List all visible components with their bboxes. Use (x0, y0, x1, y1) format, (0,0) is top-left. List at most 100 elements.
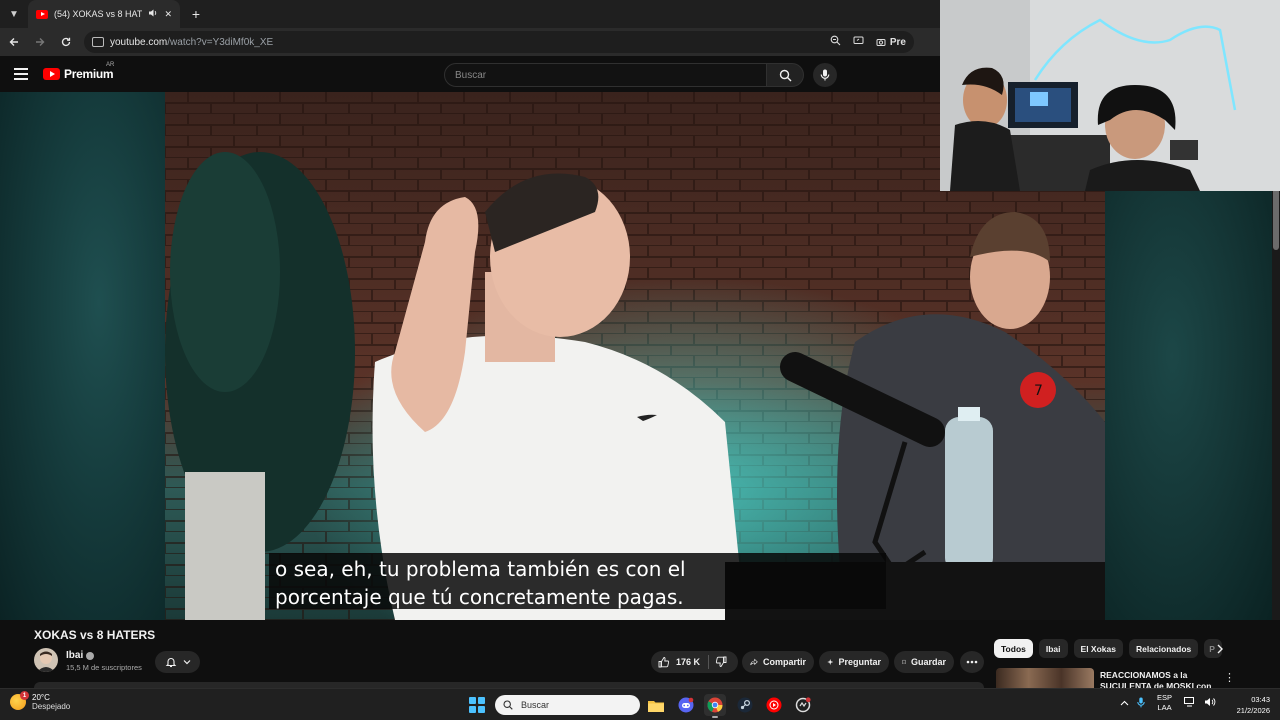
file-explorer-icon[interactable] (645, 694, 667, 716)
chip-all[interactable]: Todos (994, 639, 1033, 658)
chip-el-xokas[interactable]: El Xokas (1073, 639, 1123, 658)
share-button[interactable]: Compartir (742, 651, 814, 673)
input-language[interactable]: ESP LAA (1157, 693, 1172, 713)
weather-badge: 1 (20, 691, 29, 700)
chip-ibai[interactable]: Ibai (1038, 639, 1068, 658)
thumbs-up-icon (658, 657, 670, 668)
youtube-logo[interactable]: Premium AR (43, 62, 114, 81)
ask-label: Preguntar (838, 657, 881, 667)
reload-icon[interactable] (54, 30, 78, 54)
share-label: Compartir (762, 657, 806, 667)
verified-badge-icon (86, 651, 95, 660)
app-notification-icon[interactable] (792, 694, 814, 716)
like-divider (708, 655, 710, 669)
weather-text: 20°C Despejado (32, 693, 70, 711)
volume-icon[interactable] (1204, 697, 1216, 709)
ambient-left (0, 92, 165, 620)
ask-button[interactable]: Preguntar (819, 651, 889, 673)
recommended-video-title[interactable]: REACCIONAMOS a la SUCULENTA de MOSKI con (1100, 670, 1215, 688)
more-actions-button[interactable] (960, 651, 984, 673)
camera-icon (876, 39, 886, 46)
like-dislike-group: 176 K (651, 651, 738, 673)
back-arrow-icon[interactable] (2, 30, 26, 54)
cast-icon[interactable] (853, 35, 864, 49)
chip-relacionados[interactable]: Relacionados (1128, 639, 1199, 658)
forward-arrow-icon[interactable] (28, 30, 52, 54)
clock-date: 21/2/2026 (1236, 706, 1270, 715)
share-icon (750, 658, 758, 666)
more-horizontal-icon (966, 660, 978, 664)
profile-pill[interactable]: Pre (876, 37, 906, 48)
profile-pill-label: Pre (889, 36, 906, 48)
system-tray: ESP LAA (1120, 693, 1216, 713)
channel-name[interactable]: Ibai (66, 650, 95, 661)
search-button[interactable] (766, 63, 804, 87)
channel-avatar[interactable] (34, 648, 58, 672)
clock-time: 03:43 (1251, 695, 1270, 704)
audio-playing-icon[interactable] (148, 8, 158, 20)
tray-overflow-chevron-icon[interactable] (1120, 699, 1129, 708)
menu-icon[interactable] (14, 68, 28, 80)
weather-condition: Despejado (32, 702, 71, 711)
like-count: 176 K (676, 657, 701, 667)
discord-icon[interactable] (675, 694, 697, 716)
channel-name-text: Ibai (66, 650, 84, 661)
webcam-image (940, 0, 1280, 191)
chevron-down-icon (183, 660, 190, 665)
new-tab-button[interactable]: + (184, 2, 208, 26)
brand-name: Premium (64, 67, 114, 81)
omnibox-actions: Pre (830, 35, 906, 49)
voice-search-button[interactable] (813, 63, 837, 87)
system-clock[interactable]: 03:43 21/2/2026 (1226, 694, 1270, 716)
lang-primary: ESP (1157, 693, 1173, 702)
tray-mic-icon[interactable] (1137, 697, 1145, 710)
chips-next-chevron-icon[interactable] (1212, 641, 1228, 657)
country-code: AR (106, 62, 115, 68)
url-host: youtube.com (110, 36, 168, 48)
video-title: XOKAS vs 8 HATERS (34, 628, 156, 642)
subscriber-count: 15,5 M de suscriptores (66, 663, 142, 672)
browser-tab[interactable]: (54) XOKAS vs 8 HATERS - YouTube ✕ (28, 0, 180, 28)
thumbs-down-icon (715, 656, 727, 667)
windows-start-icon[interactable] (469, 697, 485, 713)
video-subtitles: o sea, eh, tu problema también es con el… (269, 553, 886, 609)
active-app-indicator (712, 716, 718, 718)
weather-sun-icon: 1 (10, 691, 29, 710)
steam-icon[interactable] (734, 694, 756, 716)
url-path: /watch?v=Y3diMf0k_XE (167, 36, 274, 48)
site-info-icon[interactable] (92, 37, 104, 47)
close-tab-icon[interactable]: ✕ (164, 9, 172, 20)
taskbar-search[interactable]: Buscar (495, 695, 640, 715)
like-button[interactable]: 176 K (658, 656, 700, 668)
tab-title: (54) XOKAS vs 8 HATERS - YouTube (54, 9, 143, 19)
recommendation-chips: Todos Ibai El Xokas Relacionados P (994, 639, 1223, 658)
url-text: youtube.com/watch?v=Y3diMf0k_XE (110, 37, 273, 48)
bookmark-icon (902, 660, 906, 665)
lang-secondary: LAA (1157, 703, 1172, 712)
save-label: Guardar (910, 657, 946, 667)
windows-taskbar: 1 20°C Despejado Buscar ESP LAA 03:43 21… (0, 688, 1280, 720)
mic-icon (820, 69, 830, 81)
sparkle-icon (827, 659, 834, 665)
chrome-icon[interactable] (704, 694, 726, 718)
save-button[interactable]: Guardar (894, 651, 954, 673)
subtitle-line-1: o sea, eh, tu problema también es con el (275, 557, 686, 581)
svg-text:7: 7 (1034, 383, 1043, 399)
taskbar-search-placeholder: Buscar (521, 700, 550, 710)
recommended-video-thumbnail[interactable] (996, 668, 1094, 688)
notifications-button[interactable] (155, 651, 200, 673)
bell-icon (165, 658, 176, 668)
address-bar[interactable]: youtube.com/watch?v=Y3diMf0k_XE Pre (84, 31, 914, 53)
search-icon (779, 69, 791, 81)
tab-search-chevron-icon[interactable]: ▼ (0, 0, 28, 28)
recommended-more-menu-icon[interactable]: ⋮ (1224, 671, 1235, 684)
webcam-overlay (940, 0, 1280, 191)
taskbar-search-icon (503, 700, 513, 710)
subtitle-line-2: porcentaje que tú concretamente pagas. (275, 585, 684, 609)
zoom-icon[interactable] (830, 35, 841, 49)
youtube-music-icon[interactable] (763, 694, 785, 716)
search-input[interactable]: Buscar (444, 63, 767, 87)
dislike-button[interactable] (715, 656, 727, 668)
network-icon[interactable] (1184, 697, 1196, 709)
weather-widget[interactable]: 1 20°C Despejado (10, 691, 70, 711)
